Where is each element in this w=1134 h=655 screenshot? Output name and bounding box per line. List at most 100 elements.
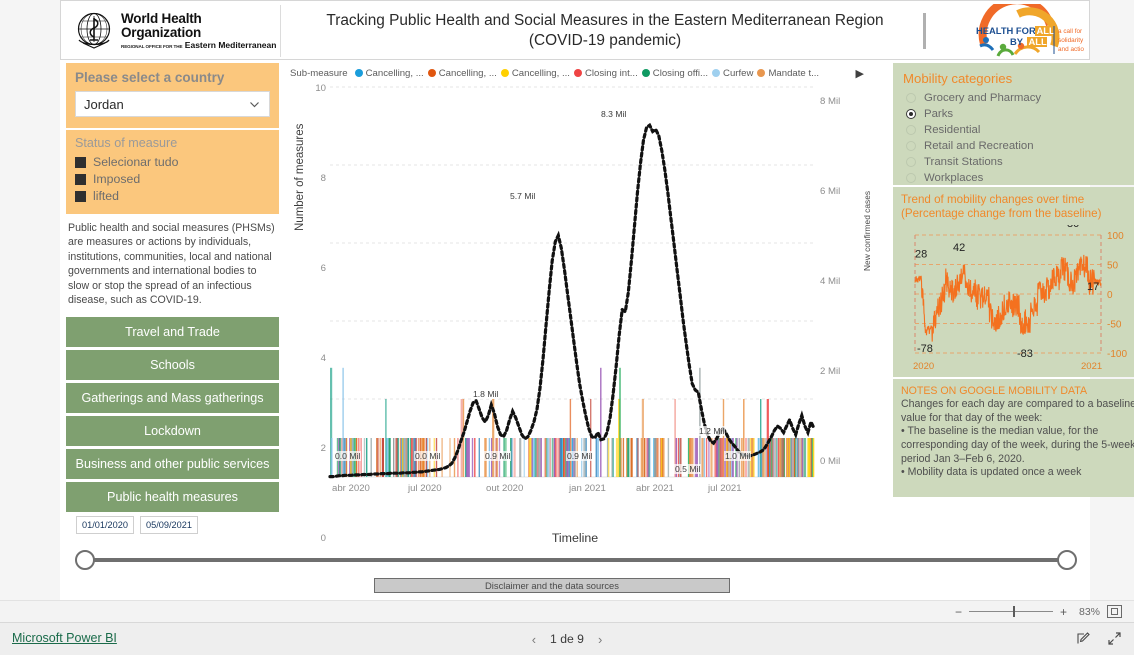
legend-label: Closing offi... xyxy=(652,67,709,79)
legend-color-dot xyxy=(573,69,582,77)
main-chart: Sub-measure Cancelling, ... Cancelling, … xyxy=(284,63,886,544)
status-option-imposed[interactable]: Imposed xyxy=(75,171,270,187)
who-logo-line1: World Health xyxy=(121,10,202,26)
legend-label: Cancelling, ... xyxy=(365,67,424,79)
svg-text:a call for: a call for xyxy=(1058,28,1083,35)
radio-icon[interactable] xyxy=(906,157,916,167)
data-label: 0.5 Mil xyxy=(674,464,702,474)
mobility-categories-panel: Mobility categories Grocery and Pharmacy… xyxy=(893,63,1134,185)
legend-item[interactable]: Curfew xyxy=(712,68,753,79)
checkbox-icon[interactable] xyxy=(75,156,86,168)
fullscreen-icon[interactable] xyxy=(1107,631,1122,646)
radio-icon[interactable] xyxy=(906,141,916,151)
button-public-health-measures[interactable]: Public health measures xyxy=(66,482,279,513)
svg-text:-100: -100 xyxy=(1107,349,1127,360)
mobility-option-workplaces[interactable]: Workplaces xyxy=(903,170,1134,186)
who-emblem-icon xyxy=(73,10,115,52)
radio-icon[interactable] xyxy=(906,173,916,183)
data-label: 0.9 Mil xyxy=(484,451,512,461)
status-option-lifted[interactable]: lifted xyxy=(75,188,270,204)
chevron-right-icon[interactable]: › xyxy=(598,632,602,647)
timeline-handle-end[interactable] xyxy=(1057,550,1077,570)
disclaimer-button[interactable]: Disclaimer and the data sources xyxy=(374,578,730,593)
legend-item[interactable]: Cancelling, ... xyxy=(427,68,497,79)
data-label: 8.3 Mil xyxy=(600,109,628,119)
zoom-slider[interactable] xyxy=(968,606,1053,617)
legend-label: Curfew xyxy=(723,67,754,79)
legend-color-dot xyxy=(427,69,436,77)
svg-text:-50: -50 xyxy=(1107,319,1122,330)
legend-item[interactable]: Mandate t... xyxy=(757,68,819,79)
radio-selected-icon[interactable] xyxy=(906,109,916,119)
data-label: 5.7 Mil xyxy=(509,191,537,201)
data-label: 0.0 Mil xyxy=(414,451,442,461)
svg-text:28: 28 xyxy=(915,248,927,260)
checkbox-icon[interactable] xyxy=(75,173,86,185)
x-tick: abr 2021 xyxy=(636,483,674,494)
mobility-option-transit[interactable]: Transit Stations xyxy=(903,154,1134,170)
data-label: 1.2 Mil xyxy=(698,426,726,436)
timeline-title: Timeline xyxy=(551,531,599,545)
mobility-trend-title-line1: Trend of mobility changes over time xyxy=(901,193,1085,206)
button-travel-and-trade[interactable]: Travel and Trade xyxy=(66,317,279,348)
notes-body: Changes for each day are compared to a b… xyxy=(901,398,1134,479)
mobility-option-grocery[interactable]: Grocery and Pharmacy xyxy=(903,90,1134,106)
legend-color-dot xyxy=(641,69,650,77)
who-logo-line2: Organization xyxy=(121,24,202,40)
svg-text:2020: 2020 xyxy=(913,361,934,372)
mobility-option-retail[interactable]: Retail and Recreation xyxy=(903,138,1134,154)
mobility-notes-panel: NOTES ON GOOGLE MOBILITY DATA Changes fo… xyxy=(893,379,1134,497)
mobility-option-label: Parks xyxy=(924,108,954,120)
legend-item[interactable]: Closing int... xyxy=(573,68,638,79)
button-schools[interactable]: Schools xyxy=(66,350,279,381)
legend-item[interactable]: Closing offi... xyxy=(641,67,709,79)
zoom-in-button[interactable]: + xyxy=(1060,606,1067,618)
legend-color-dot xyxy=(354,69,363,77)
button-business-services[interactable]: Business and other public services xyxy=(66,449,279,480)
radio-icon[interactable] xyxy=(906,93,916,103)
checkbox-icon[interactable] xyxy=(75,190,86,202)
edit-icon[interactable] xyxy=(1076,631,1091,646)
svg-text:2021: 2021 xyxy=(1081,361,1102,372)
fit-to-page-icon[interactable] xyxy=(1107,605,1122,618)
timeline-track[interactable] xyxy=(84,558,1066,562)
header-divider xyxy=(923,13,926,49)
chevron-left-icon[interactable]: ‹ xyxy=(532,632,536,647)
legend-color-dot xyxy=(500,69,509,77)
chevron-right-icon[interactable]: ▶ xyxy=(856,67,864,80)
page-navigator: ‹ 1 de 9 › xyxy=(0,623,1134,655)
country-filter-panel: Please select a country Jordan xyxy=(66,63,279,128)
legend-item[interactable]: Cancelling, ... xyxy=(354,67,424,79)
svg-text:HEALTH FOR: HEALTH FOR xyxy=(976,25,1036,36)
button-gatherings[interactable]: Gatherings and Mass gatherings xyxy=(66,383,279,414)
button-lockdown[interactable]: Lockdown xyxy=(66,416,279,447)
legend-item[interactable]: Cancelling, ... xyxy=(500,67,570,79)
mobility-option-label: Workplaces xyxy=(924,172,984,184)
mobility-option-residential[interactable]: Residential xyxy=(903,122,1134,138)
radio-icon[interactable] xyxy=(906,125,916,135)
status-bar: Microsoft Power BI ‹ 1 de 9 › xyxy=(0,623,1134,655)
country-filter-title: Please select a country xyxy=(75,70,225,85)
svg-text:80: 80 xyxy=(1067,225,1079,230)
status-option-select-all[interactable]: Selecionar tudo xyxy=(75,154,270,170)
svg-text:-78: -78 xyxy=(917,343,933,355)
zoom-out-button[interactable]: − xyxy=(955,606,962,618)
page-indicator: 1 de 9 xyxy=(550,632,584,646)
zoom-bar: − + 83% xyxy=(0,600,1134,623)
country-select[interactable]: Jordan xyxy=(75,91,270,117)
svg-text:0: 0 xyxy=(1107,290,1113,301)
mobility-option-parks[interactable]: Parks xyxy=(903,106,1134,122)
legend-label: Mandate t... xyxy=(768,67,820,79)
who-logo-subtitle-small: REGIONAL OFFICE FOR THE xyxy=(121,44,183,50)
timeline-handle-start[interactable] xyxy=(75,550,95,570)
status-option-label: Imposed xyxy=(93,172,141,186)
svg-text:solidarity: solidarity xyxy=(1058,37,1084,44)
legend-label: Cancelling, ... xyxy=(511,67,570,79)
mobility-trend-title-line2: (Percentage change from the baseline) xyxy=(901,206,1102,220)
data-label: 1.8 Mil xyxy=(472,389,500,399)
svg-text:17: 17 xyxy=(1087,281,1099,293)
x-tick: jul 2021 xyxy=(708,483,742,494)
zoom-slider-thumb[interactable] xyxy=(1012,606,1015,617)
status-option-label: Selecionar tudo xyxy=(93,155,179,169)
mobility-sidebar: Mobility categories Grocery and Pharmacy… xyxy=(893,63,1134,497)
